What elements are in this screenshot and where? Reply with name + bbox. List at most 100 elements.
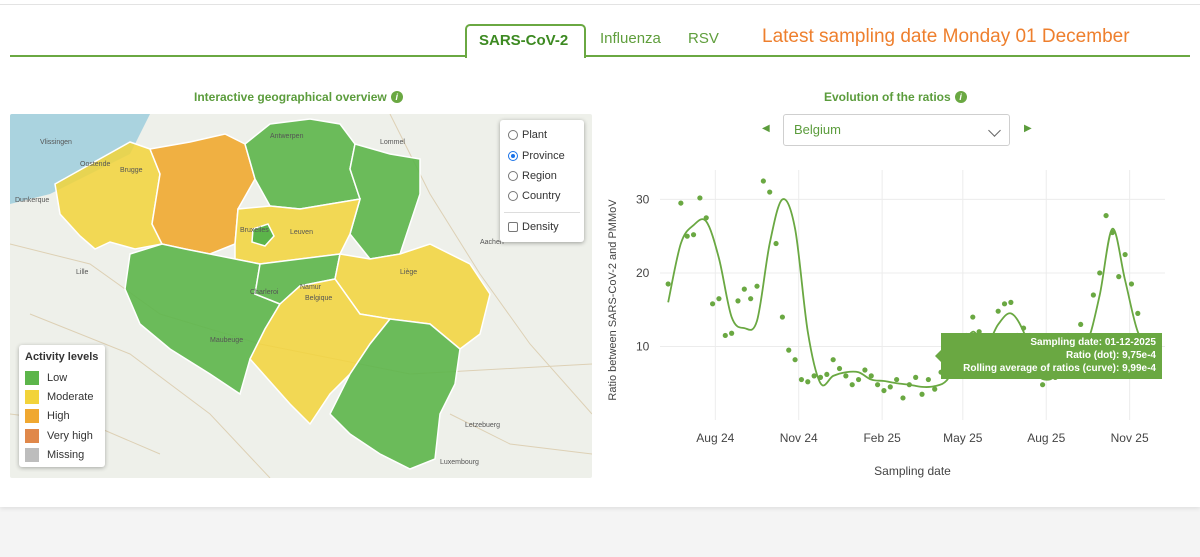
map-label: Luxembourg bbox=[440, 459, 479, 466]
province-limburg[interactable] bbox=[349, 143, 421, 260]
ratio-point bbox=[874, 382, 881, 388]
map-label: Belgique bbox=[305, 295, 332, 302]
legend-swatch bbox=[25, 429, 39, 443]
chart-section-title: Evolution of the ratios i bbox=[824, 90, 967, 104]
ratio-point bbox=[932, 386, 938, 392]
ratio-point bbox=[792, 357, 798, 363]
ratio-point bbox=[1040, 382, 1046, 388]
top-divider bbox=[0, 4, 1200, 5]
map-label: Namur bbox=[300, 284, 322, 291]
layer-option-region[interactable]: Region bbox=[508, 168, 557, 184]
ratio-point bbox=[900, 395, 906, 401]
ratio-point bbox=[1116, 274, 1122, 280]
tooltip-rolling-value: 9,99e-4 bbox=[1122, 363, 1156, 374]
density-label: Density bbox=[522, 221, 559, 233]
legend-item-missing: Missing bbox=[25, 448, 84, 462]
ratio-point bbox=[1128, 281, 1135, 287]
x-tick-label: Aug 25 bbox=[1027, 431, 1065, 445]
map-label: Lille bbox=[76, 269, 89, 276]
radio-icon[interactable] bbox=[508, 171, 518, 181]
radio-icon[interactable] bbox=[508, 130, 518, 140]
region-select[interactable]: Belgium bbox=[783, 114, 1010, 146]
activity-legend: Activity levels Low Moderate High Very h… bbox=[19, 345, 105, 467]
ratio-point bbox=[913, 374, 919, 380]
tooltip-rolling: Rolling average of ratios (curve): 9,99e… bbox=[963, 363, 1156, 374]
tab-rsv[interactable]: RSV bbox=[676, 24, 731, 56]
ratio-point bbox=[1103, 212, 1109, 219]
ratio-point bbox=[1020, 325, 1027, 331]
map-label: Charleroi bbox=[250, 289, 279, 296]
tab-influenza[interactable]: Influenza bbox=[588, 24, 673, 56]
info-icon[interactable]: i bbox=[390, 91, 403, 103]
tooltip-date-value: 01-12-2025 bbox=[1104, 337, 1156, 348]
tooltip-rolling-label: Rolling average of ratios (curve) bbox=[963, 363, 1116, 374]
ratio-point bbox=[678, 200, 684, 206]
legend-swatch bbox=[25, 371, 39, 385]
map-label: Dunkerque bbox=[15, 197, 49, 204]
radio-selected-icon[interactable] bbox=[508, 151, 518, 161]
ratio-point bbox=[919, 391, 925, 397]
y-tick-label: 10 bbox=[636, 339, 650, 353]
legend-item-low: Low bbox=[25, 371, 67, 385]
ratio-point bbox=[862, 367, 868, 373]
ratio-point bbox=[716, 296, 722, 302]
map-label: Vlissingen bbox=[40, 139, 72, 146]
legend-item-moderate: Moderate bbox=[25, 390, 93, 404]
legend-title: Activity levels bbox=[25, 351, 99, 363]
legend-item-very-high: Very high bbox=[25, 429, 93, 443]
latest-sampling-date: Latest sampling date Monday 01 December bbox=[762, 26, 1130, 47]
radio-icon[interactable] bbox=[508, 191, 518, 201]
tab-sars-cov-2[interactable]: SARS-CoV-2 bbox=[465, 24, 586, 58]
layer-label: Region bbox=[522, 170, 557, 182]
density-toggle[interactable]: Density bbox=[508, 219, 559, 235]
ratio-point bbox=[748, 296, 754, 302]
layer-option-country[interactable]: Country bbox=[508, 188, 561, 204]
next-region-arrow-icon[interactable]: ▶ bbox=[1024, 123, 1032, 134]
ratio-point bbox=[830, 357, 836, 363]
ratio-point bbox=[843, 373, 849, 379]
ratio-point bbox=[849, 382, 855, 388]
ratio-point bbox=[887, 384, 893, 390]
map-label: Leuven bbox=[290, 229, 313, 236]
ratio-point bbox=[798, 376, 805, 383]
ratio-point bbox=[805, 379, 811, 385]
map-label: Liège bbox=[400, 269, 417, 276]
legend-swatch bbox=[25, 390, 39, 404]
chart-title-text: Evolution of the ratios bbox=[824, 90, 951, 104]
y-axis-title: Ratio between SARS-CoV-2 and PMMoV bbox=[607, 199, 619, 401]
layer-option-plant[interactable]: Plant bbox=[508, 127, 547, 143]
tooltip-ratio: Ratio (dot): 9,75e-4 bbox=[1065, 350, 1156, 361]
previous-region-arrow-icon[interactable]: ◀ bbox=[762, 123, 770, 134]
ratio-point bbox=[1097, 270, 1103, 276]
ratio-point bbox=[1135, 310, 1141, 316]
checkbox-icon[interactable] bbox=[508, 222, 518, 232]
ratio-point bbox=[709, 301, 716, 307]
layer-label: Plant bbox=[522, 129, 548, 141]
ratio-point bbox=[970, 314, 976, 320]
ratio-point bbox=[836, 365, 843, 372]
map-title-text: Interactive geographical overview bbox=[194, 90, 387, 104]
map-label: Brugge bbox=[120, 167, 143, 174]
ratio-point bbox=[1109, 229, 1116, 236]
tooltip-date: Sampling date: 01-12-2025 bbox=[1030, 337, 1156, 348]
ratio-point bbox=[665, 281, 671, 287]
map-label: Bruxelles bbox=[240, 227, 269, 234]
ratio-point bbox=[1122, 251, 1128, 258]
layer-label: Province bbox=[522, 150, 565, 162]
ratio-point bbox=[824, 371, 830, 378]
legend-label: Moderate bbox=[47, 391, 94, 403]
layer-divider bbox=[504, 212, 580, 213]
chart-tooltip: Sampling date: 01-12-2025 Ratio (dot): 9… bbox=[935, 333, 1162, 379]
ratio-point bbox=[881, 387, 887, 394]
info-icon[interactable]: i bbox=[954, 91, 967, 103]
ratio-point bbox=[773, 240, 779, 247]
ratio-chart[interactable]: 10 20 30 Aug 24 Nov 24 Feb 25 May 25 Aug 25 Nov … bbox=[600, 160, 1180, 490]
tooltip-pointer bbox=[935, 350, 941, 362]
layer-option-province[interactable]: Province bbox=[508, 148, 565, 164]
legend-swatch bbox=[25, 448, 39, 462]
ratio-point bbox=[722, 332, 728, 339]
province-hainaut[interactable] bbox=[124, 243, 282, 396]
ratio-point bbox=[754, 283, 760, 289]
ratio-point bbox=[855, 376, 862, 383]
legend-item-high: High bbox=[25, 409, 70, 423]
